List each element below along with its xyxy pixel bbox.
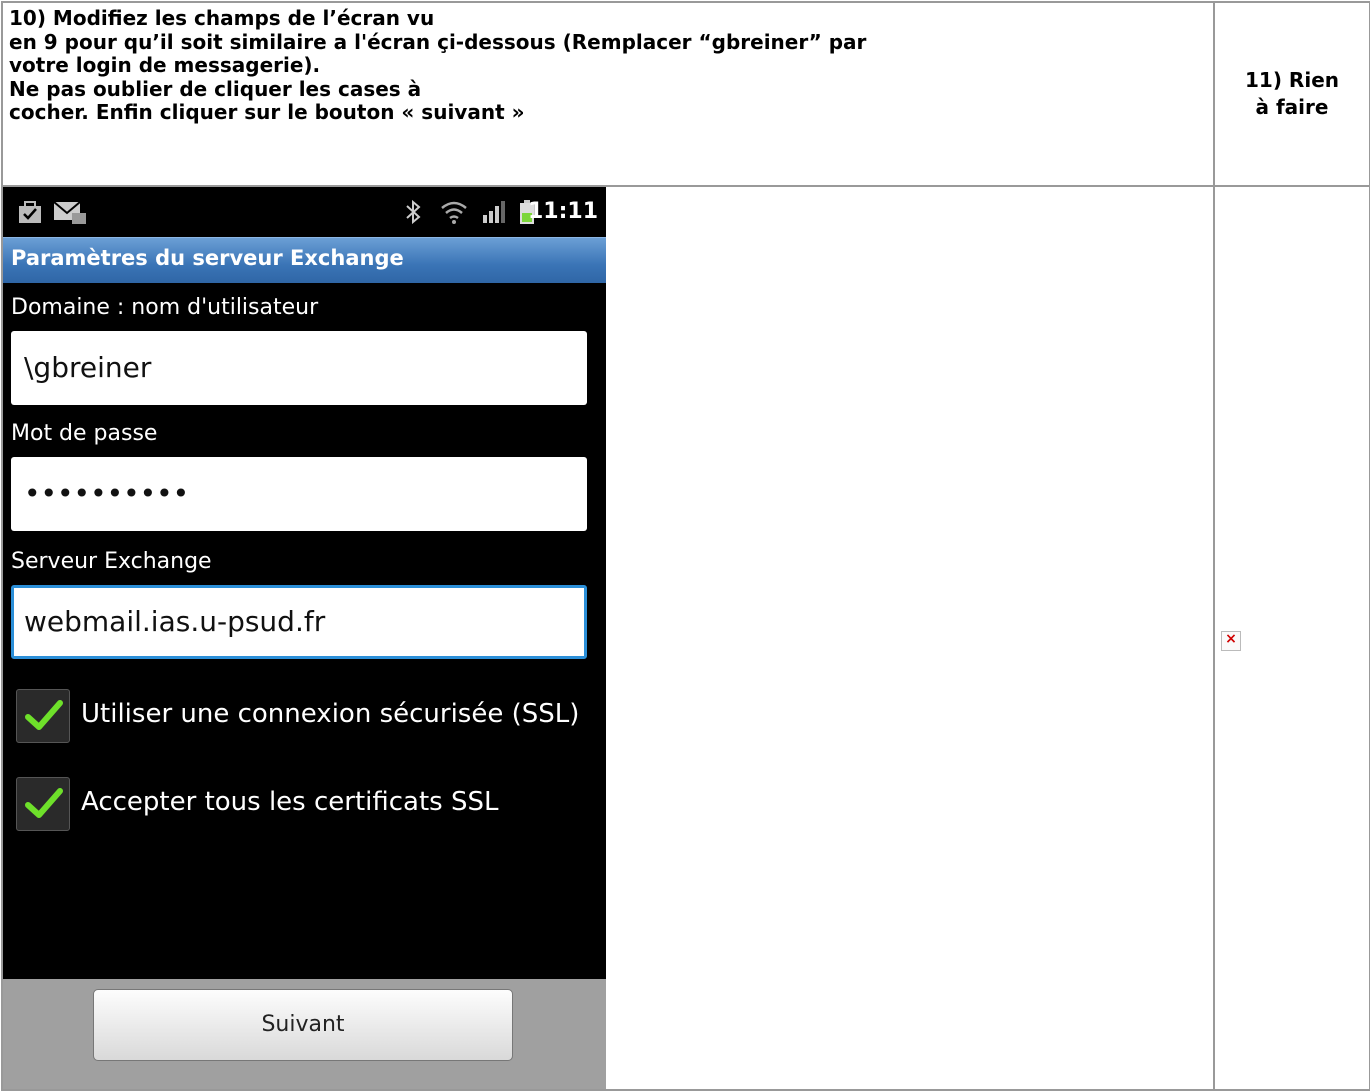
step11-cell: 11) Rien à faire: [1213, 1, 1370, 187]
next-button[interactable]: Suivant: [93, 989, 513, 1061]
cert-checkbox[interactable]: [16, 777, 70, 831]
step11-line: 11) Rien: [1245, 68, 1339, 92]
server-field[interactable]: webmail.ias.u-psud.fr: [11, 585, 587, 659]
placeholder-cell: ×: [1213, 185, 1370, 1091]
next-button-label: Suivant: [261, 1012, 345, 1037]
username-field[interactable]: \gbreiner: [11, 331, 587, 405]
cert-label: Accepter tous les certificats SSL: [81, 787, 499, 817]
ssl-label: Utiliser une connexion sécurisée (SSL): [81, 699, 580, 729]
username-value: \gbreiner: [24, 351, 152, 384]
screen-title: Paramètres du serveur Exchange: [11, 246, 404, 270]
server-label: Serveur Exchange: [11, 549, 212, 574]
username-label: Domaine : nom d'utilisateur: [11, 295, 319, 320]
bottom-bar: Suivant: [3, 979, 606, 1089]
screen-title-bar: Paramètres du serveur Exchange: [3, 237, 606, 283]
instruction-line: cocher. Enfin cliquer sur le bouton « su…: [9, 100, 525, 124]
instruction-table: 10) Modifiez les champs de l’écran vu en…: [1, 1, 1370, 1091]
signal-icon: [483, 201, 505, 223]
password-field[interactable]: ••••••••••: [11, 457, 587, 531]
status-clock: 11:11: [527, 199, 598, 224]
checkmark-icon: [25, 788, 63, 818]
instruction-line: 10) Modifiez les champs de l’écran vu: [9, 6, 435, 30]
instruction-line: votre login de messagerie).: [9, 53, 321, 77]
instruction-line: Ne pas oublier de cliquer les cases à: [9, 76, 422, 101]
mail-icon: [53, 201, 86, 224]
step11-line: à faire: [1255, 95, 1329, 119]
bluetooth-icon: [406, 199, 421, 225]
briefcase-icon: [19, 201, 41, 223]
ssl-checkbox[interactable]: [16, 689, 70, 743]
password-label: Mot de passe: [11, 421, 158, 446]
phone-screenshot: 11:11 Paramètres du serveur Exchange Dom…: [3, 187, 606, 1089]
broken-image-icon: ×: [1221, 631, 1241, 651]
password-value: ••••••••••: [24, 477, 190, 510]
instruction-cell: 10) Modifiez les champs de l’écran vu en…: [1, 1, 1215, 187]
checkmark-icon: [25, 700, 63, 730]
server-value: webmail.ias.u-psud.fr: [24, 605, 326, 638]
screenshot-cell: 11:11 Paramètres du serveur Exchange Dom…: [1, 185, 1215, 1091]
status-bar: 11:11: [3, 187, 606, 237]
instruction-line: en 9 pour qu’il soit similaire a l'écran…: [9, 29, 867, 54]
wifi-icon: [441, 201, 467, 224]
